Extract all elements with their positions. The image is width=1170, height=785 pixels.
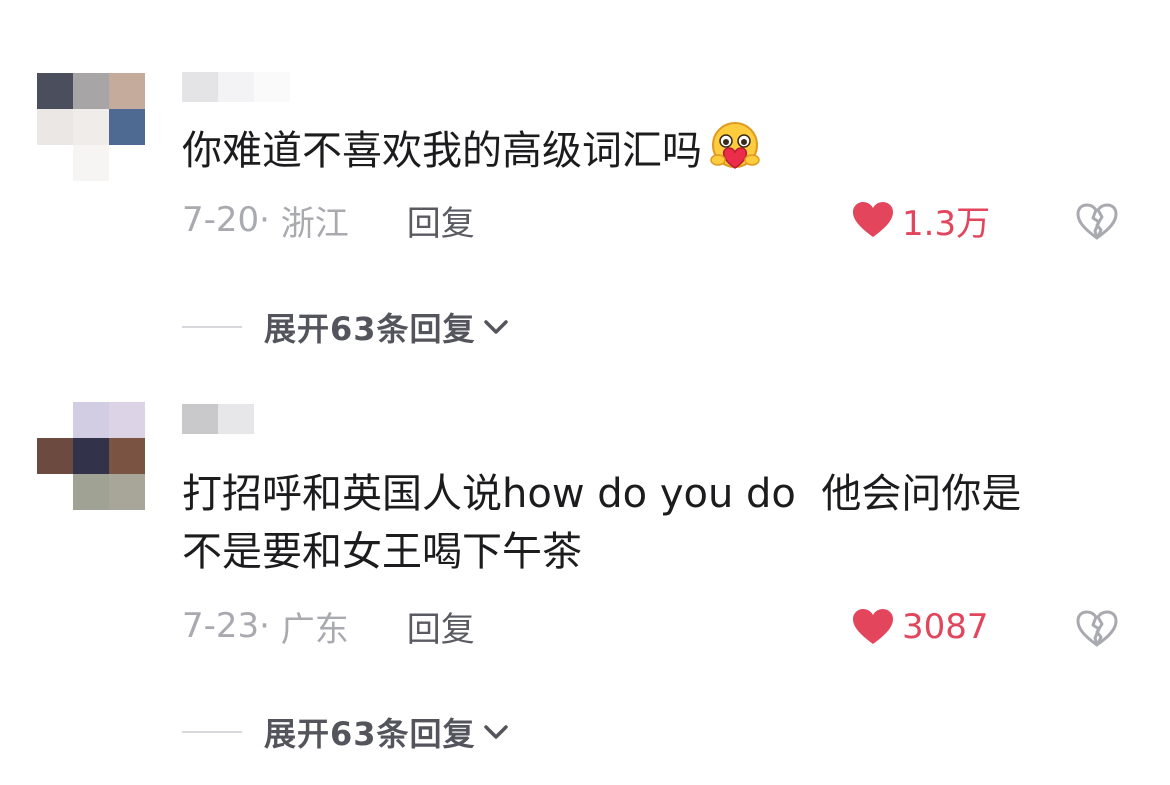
avatar-pixel bbox=[73, 474, 109, 510]
meta-separator: · bbox=[259, 606, 281, 646]
comment-text-content: 你难道不喜欢我的高级词汇吗 bbox=[182, 128, 702, 174]
comment-meta: 7-23 · 广东 回复 bbox=[182, 602, 475, 651]
avatar-pixel bbox=[73, 145, 109, 181]
broken-heart-icon bbox=[1076, 203, 1118, 240]
avatar-pixel bbox=[73, 73, 109, 109]
avatar-pixel bbox=[37, 73, 73, 109]
avatar-pixel bbox=[109, 402, 145, 438]
avatar-pixel bbox=[37, 402, 73, 438]
avatar-pixel bbox=[73, 438, 109, 474]
reply-button[interactable]: 回复 bbox=[407, 602, 475, 651]
username-pixel bbox=[218, 404, 254, 434]
like-button[interactable]: 3087 bbox=[852, 605, 989, 649]
like-count: 3087 bbox=[902, 607, 989, 647]
username-pixel bbox=[182, 404, 218, 434]
like-button[interactable]: 1.3万 bbox=[852, 198, 991, 244]
meta-separator: · bbox=[259, 200, 281, 240]
username-blurred[interactable] bbox=[182, 72, 290, 102]
comment-text: 打招呼和英国人说how do you do 他会问你是 不是要和女王喝下午茶 bbox=[182, 465, 1112, 581]
chevron-down-icon bbox=[483, 320, 508, 334]
hug-heart-emoji-icon bbox=[706, 120, 764, 190]
avatar-pixel bbox=[37, 474, 73, 510]
comment-text-line: 不是要和女王喝下午茶 bbox=[182, 529, 582, 575]
avatar-pixel bbox=[73, 402, 109, 438]
comment-date: 7-20 bbox=[182, 200, 260, 240]
dislike-button[interactable] bbox=[1076, 203, 1118, 245]
avatar-pixel bbox=[109, 73, 145, 109]
comment-meta: 7-20 · 浙江 回复 bbox=[182, 196, 475, 245]
username-pixel bbox=[182, 72, 218, 102]
avatar-pixel bbox=[109, 438, 145, 474]
username-pixel bbox=[254, 72, 290, 102]
heart-icon bbox=[853, 609, 893, 644]
avatar-pixel bbox=[37, 438, 73, 474]
avatar[interactable] bbox=[37, 73, 145, 181]
avatar-pixel bbox=[109, 474, 145, 510]
avatar-pixel bbox=[37, 109, 73, 145]
avatar-pixel bbox=[37, 145, 73, 181]
comment-text: 你难道不喜欢我的高级词汇吗 bbox=[182, 120, 1112, 190]
broken-heart-icon bbox=[1076, 610, 1118, 647]
expand-replies-button[interactable]: 展开63条回复 bbox=[182, 305, 510, 349]
avatar-pixel bbox=[73, 109, 109, 145]
heart-icon bbox=[853, 202, 893, 237]
comment-location: 广东 bbox=[280, 609, 349, 650]
username-pixel bbox=[218, 72, 254, 102]
username-pixel bbox=[254, 404, 290, 434]
avatar-pixel bbox=[109, 109, 145, 145]
comment-date: 7-23 bbox=[182, 606, 260, 646]
expand-replies-label: 展开63条回复 bbox=[264, 715, 476, 753]
username-blurred[interactable] bbox=[182, 404, 290, 434]
comment-location: 浙江 bbox=[280, 203, 349, 244]
expand-replies-button[interactable]: 展开63条回复 bbox=[182, 710, 510, 754]
dislike-button[interactable] bbox=[1076, 610, 1118, 652]
avatar-pixel bbox=[109, 145, 145, 181]
chevron-down-icon bbox=[483, 725, 508, 739]
divider-line bbox=[182, 731, 242, 733]
comment-text-line: 打招呼和英国人说how do you do 他会问你是 bbox=[182, 471, 1022, 517]
divider-line bbox=[182, 326, 242, 328]
reply-button[interactable]: 回复 bbox=[407, 196, 475, 245]
expand-replies-label: 展开63条回复 bbox=[264, 310, 476, 348]
like-count: 1.3万 bbox=[902, 203, 991, 244]
avatar[interactable] bbox=[37, 402, 145, 510]
